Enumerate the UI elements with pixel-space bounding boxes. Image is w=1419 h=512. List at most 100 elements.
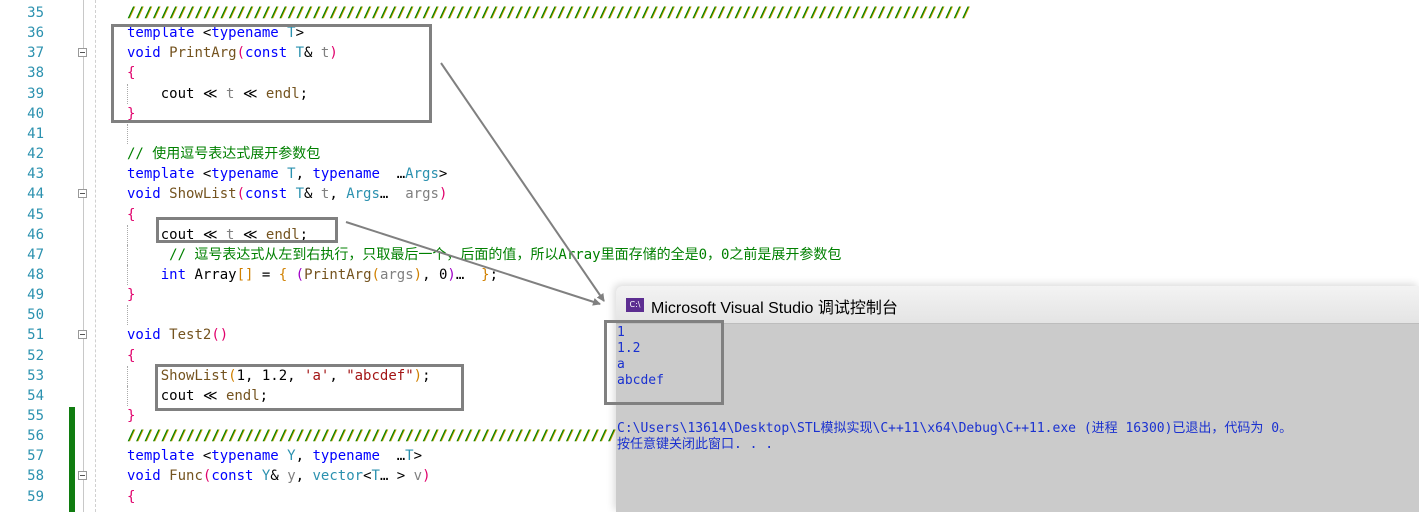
code-text: void Test2(): [127, 325, 228, 345]
code-text: {: [127, 205, 135, 225]
console-title: Microsoft Visual Studio 调试控制台: [651, 300, 898, 317]
token: void: [127, 468, 170, 485]
token: …: [388, 166, 406, 183]
line-number: 53: [27, 367, 44, 384]
line-number: 38: [27, 65, 44, 82]
token: v: [413, 468, 423, 485]
line-number: 40: [27, 105, 44, 122]
token: (: [371, 266, 380, 283]
token: (: [295, 266, 305, 283]
token: ,: [295, 166, 313, 183]
line-number: 59: [27, 488, 44, 505]
token: ): [438, 186, 448, 203]
code-text: void ShowList(const T& t, Args… args): [127, 184, 447, 204]
line-number: 41: [27, 125, 44, 142]
console-app-icon: C:\: [626, 298, 644, 312]
line-number: 54: [27, 387, 44, 404]
token: ): [422, 468, 431, 485]
collapse-icon[interactable]: [78, 189, 87, 199]
line-number: 37: [27, 45, 44, 62]
line-number: 56: [27, 428, 44, 445]
code-text: // 逗号表达式从左到右执行，只取最后一个，后面的值，所以Array里面存储的全…: [127, 245, 841, 265]
code-text: {: [127, 487, 135, 507]
code-text: template <typename Y, typename …T>: [127, 446, 422, 466]
token: ShowList: [169, 186, 237, 203]
token: =: [253, 266, 279, 283]
line-number: 47: [27, 246, 44, 263]
token: T: [295, 186, 305, 203]
token: typename: [312, 166, 389, 183]
token: const: [245, 186, 296, 203]
console-title-bar[interactable]: C:\ Microsoft Visual Studio 调试控制台: [616, 286, 1419, 324]
line-number: 45: [27, 206, 44, 223]
token: }: [127, 287, 136, 304]
highlight-box-printarg: [111, 24, 432, 123]
line-number: 43: [27, 166, 44, 183]
token: typename: [211, 166, 288, 183]
highlight-box-output: [604, 320, 724, 405]
code-line[interactable]: 48 int Array[] = { (PrintArg(args), 0)… …: [0, 264, 1419, 285]
token: int: [127, 266, 195, 283]
code-line[interactable]: 41: [0, 123, 1419, 144]
code-line[interactable]: 47 // 逗号表达式从左到右执行，只取最后一个，后面的值，所以Array里面存…: [0, 244, 1419, 265]
token: …: [379, 186, 406, 203]
code-line[interactable]: 44 void ShowList(const T& t, Args… args): [0, 184, 1419, 204]
line-number: 42: [27, 146, 44, 163]
token: {: [278, 266, 288, 283]
token: T: [405, 448, 414, 465]
token: ): [447, 266, 456, 283]
collapse-icon[interactable]: [78, 471, 87, 481]
token: void: [127, 327, 170, 344]
code-text: }: [127, 406, 135, 426]
line-number: 55: [27, 408, 44, 424]
line-number: 58: [27, 468, 44, 485]
highlight-box-cout: [156, 217, 338, 243]
console-output[interactable]: 1 1.2 a abcdef C:\Users\13614\Desktop\ST…: [616, 324, 1419, 512]
token: }: [127, 408, 136, 424]
token: typename: [312, 448, 389, 465]
token: >: [413, 448, 423, 465]
token: template: [127, 166, 203, 183]
token: // 逗号表达式从左到右执行，只取最后一个，后面的值，所以Array里面存储的全…: [127, 246, 842, 263]
line-number: 57: [27, 448, 44, 465]
token: void: [127, 186, 170, 203]
token: … >: [379, 468, 414, 485]
token: ;: [489, 266, 498, 283]
token: …: [388, 448, 406, 465]
token: Y: [287, 448, 296, 465]
collapse-icon[interactable]: [78, 48, 87, 58]
token: Args: [405, 166, 439, 183]
token: const: [211, 468, 262, 485]
token: []: [236, 266, 254, 283]
exit-message: C:\Users\13614\Desktop\STL模拟实现\C++11\x64…: [617, 421, 1293, 436]
press-key-message: 按任意键关闭此窗口. . .: [617, 437, 774, 452]
token: {: [127, 206, 136, 223]
token: &: [270, 468, 288, 485]
code-text: int Array[] = { (PrintArg(args), 0)… };: [127, 265, 498, 285]
line-number: 51: [27, 327, 44, 344]
code-text: }: [127, 285, 135, 305]
token: (): [211, 327, 229, 344]
line-number: 35: [27, 5, 44, 21]
line-number: 50: [27, 307, 44, 324]
indent-guide-dots: [127, 305, 129, 326]
token: Args: [346, 186, 380, 203]
token: vector: [312, 468, 364, 485]
code-line[interactable]: 35 //////////////////////////////////////…: [0, 3, 1419, 23]
token: ,: [295, 448, 313, 465]
code-line[interactable]: 43 template <typename T, typename …Args>: [0, 164, 1419, 184]
code-text: void Func(const Y& y, vector<T… > v): [127, 466, 431, 486]
line-number: 36: [27, 25, 44, 42]
token: <: [363, 468, 372, 485]
token: ,: [329, 186, 347, 203]
line-number: 48: [27, 266, 44, 283]
debug-console-window[interactable]: C:\ Microsoft Visual Studio 调试控制台 1 1.2 …: [616, 286, 1419, 512]
token: y: [287, 468, 296, 485]
line-number: 39: [27, 85, 44, 102]
collapse-icon[interactable]: [78, 330, 87, 340]
code-line[interactable]: 42 // 使用逗号表达式展开参数包: [0, 144, 1419, 164]
token: // 使用逗号表达式展开参数包: [127, 146, 321, 163]
token: &: [304, 186, 321, 203]
token: T: [371, 468, 380, 485]
